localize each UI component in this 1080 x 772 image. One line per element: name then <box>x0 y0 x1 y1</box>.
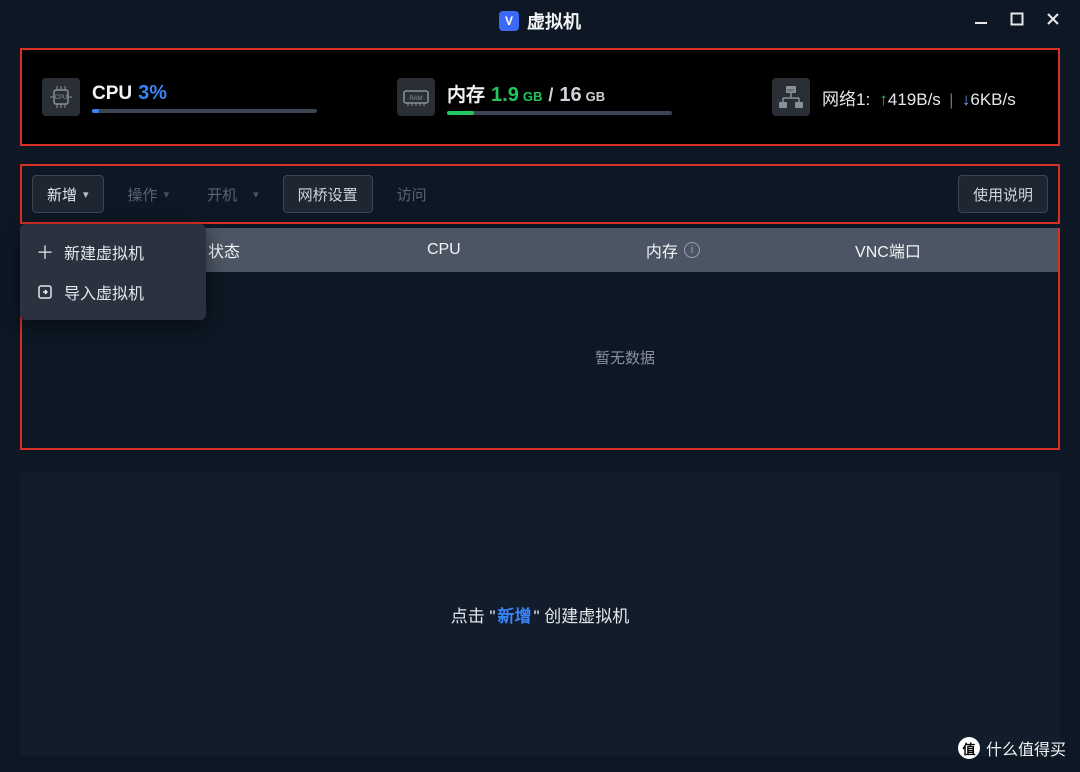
window-title: 虚拟机 <box>527 8 581 34</box>
memory-used-unit: GB <box>523 89 543 104</box>
memory-slash: / <box>548 85 553 106</box>
close-button[interactable] <box>1044 10 1062 28</box>
cpu-icon: CPU <box>42 78 80 116</box>
watermark-badge-icon: 值 <box>958 737 980 759</box>
network-label: 网络1: <box>822 90 870 109</box>
table-empty-state: 暂无数据 <box>192 272 1058 442</box>
bridge-settings-button[interactable]: 网桥设置 <box>283 175 373 213</box>
app-logo-icon: V <box>499 11 519 31</box>
hint-post: " 创建虚拟机 <box>534 602 630 627</box>
chevron-down-icon: ▾ <box>253 188 259 201</box>
vm-table: 状态 CPU 内存 i VNC端口 暂无数据 <box>192 228 1058 442</box>
minimize-button[interactable] <box>972 10 990 28</box>
th-cpu: CPU <box>411 241 630 259</box>
th-status: 状态 <box>192 238 411 262</box>
svg-text:RAM: RAM <box>409 96 422 102</box>
svg-text:NET: NET <box>787 88 796 93</box>
power-button[interactable]: 开机 ▾ <box>193 175 273 213</box>
power-button-label: 开机 <box>207 184 237 205</box>
network-up-icon: ↑ <box>875 90 888 109</box>
system-stats-bar: CPU CPU 3% RAM 内存 1.9 GB / 16 GB <box>20 48 1060 146</box>
network-down-value: 6KB/s <box>970 90 1015 109</box>
chevron-down-icon: ▾ <box>164 188 170 201</box>
help-button-label: 使用说明 <box>973 184 1033 205</box>
hint-pre: 点击 " <box>451 602 496 627</box>
import-icon <box>36 284 54 300</box>
import-vm-label: 导入虚拟机 <box>64 280 144 304</box>
th-memory: 内存 i <box>630 238 839 262</box>
add-dropdown-menu: ＋ 新建虚拟机 导入虚拟机 <box>20 224 206 320</box>
watermark-text: 什么值得买 <box>986 736 1066 760</box>
import-vm-menu-item[interactable]: 导入虚拟机 <box>20 272 206 312</box>
plus-icon: ＋ <box>36 239 54 265</box>
bridge-button-label: 网桥设置 <box>298 184 358 205</box>
ram-icon: RAM <box>397 78 435 116</box>
cpu-stat: CPU CPU 3% <box>42 78 317 116</box>
add-button-label: 新增 <box>47 184 77 205</box>
cpu-progress <box>92 109 317 113</box>
table-header: 状态 CPU 内存 i VNC端口 <box>192 228 1058 272</box>
create-vm-panel: 点击 " 新增 " 创建虚拟机 <box>20 472 1060 756</box>
titlebar: V 虚拟机 <box>0 0 1080 42</box>
access-button-label: 访问 <box>397 184 427 205</box>
cpu-value: 3% <box>138 82 167 105</box>
th-vnc-port: VNC端口 <box>839 238 1058 262</box>
memory-progress <box>447 111 672 115</box>
maximize-button[interactable] <box>1008 10 1026 28</box>
memory-total-unit: GB <box>586 89 606 104</box>
memory-stat: RAM 内存 1.9 GB / 16 GB <box>397 78 672 116</box>
toolbar: 新增 ▾ 操作 ▾ 开机 ▾ 网桥设置 访问 使用说明 <box>20 164 1060 224</box>
new-vm-label: 新建虚拟机 <box>64 240 144 264</box>
memory-used: 1.9 <box>491 84 519 107</box>
hint-keyword[interactable]: 新增 <box>498 602 532 627</box>
th-memory-label: 内存 <box>646 238 678 262</box>
memory-label: 内存 <box>447 80 485 107</box>
network-icon: NET <box>772 78 810 116</box>
network-up-value: 419B/s <box>888 90 941 109</box>
help-button[interactable]: 使用说明 <box>958 175 1048 213</box>
cpu-label: CPU <box>92 83 132 105</box>
operate-button[interactable]: 操作 ▾ <box>114 175 184 213</box>
chevron-down-icon: ▾ <box>83 188 89 201</box>
watermark: 值 什么值得买 <box>958 736 1066 760</box>
new-vm-menu-item[interactable]: ＋ 新建虚拟机 <box>20 232 206 272</box>
add-button[interactable]: 新增 ▾ <box>32 175 104 213</box>
create-vm-hint: 点击 " 新增 " 创建虚拟机 <box>451 602 630 627</box>
access-button[interactable]: 访问 <box>383 175 441 213</box>
svg-text:CPU: CPU <box>55 95 68 101</box>
vm-table-area: ＋ 新建虚拟机 导入虚拟机 状态 CPU 内存 i VNC端口 暂无数据 <box>20 228 1060 450</box>
operate-button-label: 操作 <box>128 184 158 205</box>
memory-total: 16 <box>559 84 581 107</box>
network-stat: NET 网络1: ↑419B/s | ↓6KB/s <box>772 78 1016 116</box>
info-icon[interactable]: i <box>684 242 700 258</box>
